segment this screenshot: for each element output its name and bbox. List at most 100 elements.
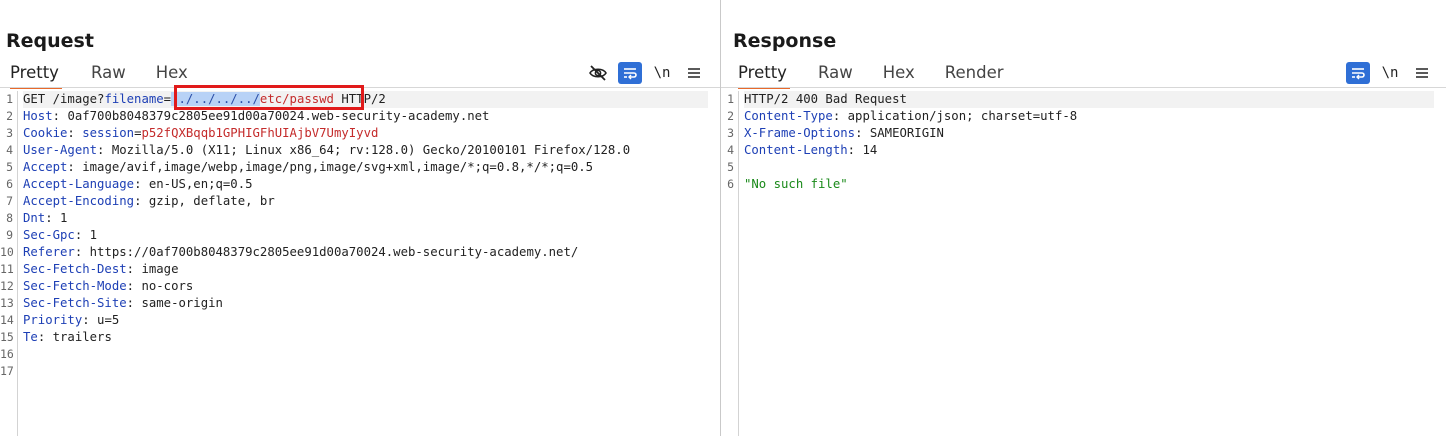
header-name: X-Frame-Options <box>744 126 856 140</box>
header-line: Sec-Fetch-Mode: no-cors <box>23 279 194 293</box>
eye-slash-icon[interactable] <box>586 62 610 84</box>
line-number: 9 <box>6 228 13 242</box>
header-line: Accept-Language: en-US,en;q=0.5 <box>23 177 253 191</box>
line-number: 14 <box>0 313 14 327</box>
response-code: HTTP/2 400 Bad Request Content-Type: app… <box>744 91 1434 193</box>
header-value: https://0af700b8048379c2805ee91d00a70024… <box>89 245 579 259</box>
header-name: Host <box>23 109 53 123</box>
newline-toggle[interactable]: \n <box>650 62 674 84</box>
header-name: Referer <box>23 245 75 259</box>
header-line: Dnt: 1 <box>23 211 68 225</box>
header-line: Cookie: session=p52fQXBqqb1GPHIGFhUIAjbV… <box>23 126 379 140</box>
tab-render[interactable]: Render <box>945 61 1004 87</box>
empty-line <box>744 159 1434 176</box>
response-editor[interactable]: 1 2 3 4 5 6 HTTP/2 400 Bad Request Conte… <box>721 91 1446 436</box>
request-pane: Request Pretty Raw Hex \n 1 2 3 4 5 6 7 … <box>0 0 720 436</box>
line-number: 13 <box>0 296 14 310</box>
line-number: 16 <box>0 347 14 361</box>
tab-hex[interactable]: Hex <box>883 61 915 87</box>
header-name: User-Agent <box>23 143 98 157</box>
header-value: trailers <box>52 330 112 344</box>
line-number: 10 <box>0 245 14 259</box>
request-title: Request <box>6 30 94 52</box>
status-line: HTTP/2 400 Bad Request <box>744 91 1434 108</box>
header-name: Accept-Encoding <box>23 194 135 208</box>
header-value: same-origin <box>141 296 223 310</box>
header-value: u=5 <box>97 313 120 327</box>
tab-divider <box>0 87 720 88</box>
header-value: SAMEORIGIN <box>869 126 944 140</box>
header-line: Accept: image/avif,image/webp,image/png,… <box>23 160 594 174</box>
header-line: Sec-Fetch-Dest: image <box>23 262 179 276</box>
line-number: 2 <box>727 109 734 123</box>
line-number: 15 <box>0 330 14 344</box>
line-number: 8 <box>6 211 13 225</box>
line-number: 12 <box>0 279 14 293</box>
request-code: GET /image?filename=../../../../etc/pass… <box>23 91 708 380</box>
response-body: "No such file" <box>744 177 848 191</box>
query-param-name: filename <box>104 92 164 106</box>
header-value: en-US,en;q=0.5 <box>148 177 253 191</box>
header-name: Sec-Gpc <box>23 228 75 242</box>
header-value: application/json; charset=utf-8 <box>847 109 1078 123</box>
hamburger-menu-icon[interactable] <box>1410 62 1434 84</box>
empty-line <box>23 363 708 380</box>
line-number: 17 <box>0 364 14 378</box>
header-value: 14 <box>862 143 878 157</box>
tab-pretty[interactable]: Pretty <box>738 61 790 89</box>
header-line: X-Frame-Options: SAMEORIGIN <box>744 126 944 140</box>
header-value: image <box>141 262 179 276</box>
header-name: Content-Type <box>744 109 833 123</box>
header-name: Cookie <box>23 126 68 140</box>
line-number-gutter: 1 2 3 4 5 6 7 8 9 10 11 12 13 14 15 16 1… <box>0 91 18 436</box>
line-number: 1 <box>6 92 13 106</box>
wrap-lines-icon[interactable] <box>618 62 642 84</box>
header-line: Sec-Gpc: 1 <box>23 228 98 242</box>
line-number-gutter: 1 2 3 4 5 6 <box>721 91 739 436</box>
header-line: Accept-Encoding: gzip, deflate, br <box>23 194 275 208</box>
line-number: 6 <box>6 177 13 191</box>
header-line: Content-Length: 14 <box>744 143 878 157</box>
request-editor[interactable]: 1 2 3 4 5 6 7 8 9 10 11 12 13 14 15 16 1… <box>0 91 720 436</box>
tab-raw[interactable]: Raw <box>91 61 126 87</box>
request-line: GET /image?filename=../../../../etc/pass… <box>23 91 708 108</box>
newline-toggle[interactable]: \n <box>1378 62 1402 84</box>
empty-line <box>23 346 708 363</box>
line-number: 4 <box>727 143 734 157</box>
line-number: 5 <box>6 160 13 174</box>
tab-raw[interactable]: Raw <box>818 61 853 87</box>
cookie-name: session <box>82 126 135 140</box>
header-line: Sec-Fetch-Site: same-origin <box>23 296 223 310</box>
header-line: Te: trailers <box>23 330 112 344</box>
line-number: 3 <box>727 126 734 140</box>
line-number: 4 <box>6 143 13 157</box>
header-name: Sec-Fetch-Dest <box>23 262 127 276</box>
line-number: 11 <box>0 262 14 276</box>
header-name: Sec-Fetch-Mode <box>23 279 127 293</box>
selected-traversal-text[interactable]: ../../../../ <box>171 92 260 106</box>
header-line: User-Agent: Mozilla/5.0 (X11; Linux x86_… <box>23 143 631 157</box>
cookie-value: p52fQXBqqb1GPHIGFhUIAjbV7UmyIyvd <box>141 126 379 140</box>
header-value: 1 <box>89 228 98 242</box>
header-value: 1 <box>60 211 68 225</box>
tab-pretty[interactable]: Pretty <box>10 61 62 89</box>
line-number: 7 <box>6 194 13 208</box>
header-name: Priority <box>23 313 83 327</box>
header-value: no-cors <box>141 279 194 293</box>
header-value: gzip, deflate, br <box>148 194 275 208</box>
tab-divider <box>721 87 1446 88</box>
header-line: Referer: https://0af700b8048379c2805ee91… <box>23 245 579 259</box>
line-number: 1 <box>727 92 734 106</box>
response-pane: Response Pretty Raw Hex Render \n 1 2 3 … <box>721 0 1446 436</box>
header-line: Content-Type: application/json; charset=… <box>744 109 1078 123</box>
wrap-lines-icon[interactable] <box>1346 62 1370 84</box>
header-name: Sec-Fetch-Site <box>23 296 127 310</box>
line-number: 6 <box>727 177 734 191</box>
tab-hex[interactable]: Hex <box>156 61 188 87</box>
header-name: Accept-Language <box>23 177 135 191</box>
request-method-path: GET /image? <box>23 92 105 106</box>
request-tabs: Pretty Raw Hex <box>0 61 188 89</box>
line-number: 2 <box>6 109 13 123</box>
hamburger-menu-icon[interactable] <box>682 62 706 84</box>
header-name: Accept <box>23 160 68 174</box>
